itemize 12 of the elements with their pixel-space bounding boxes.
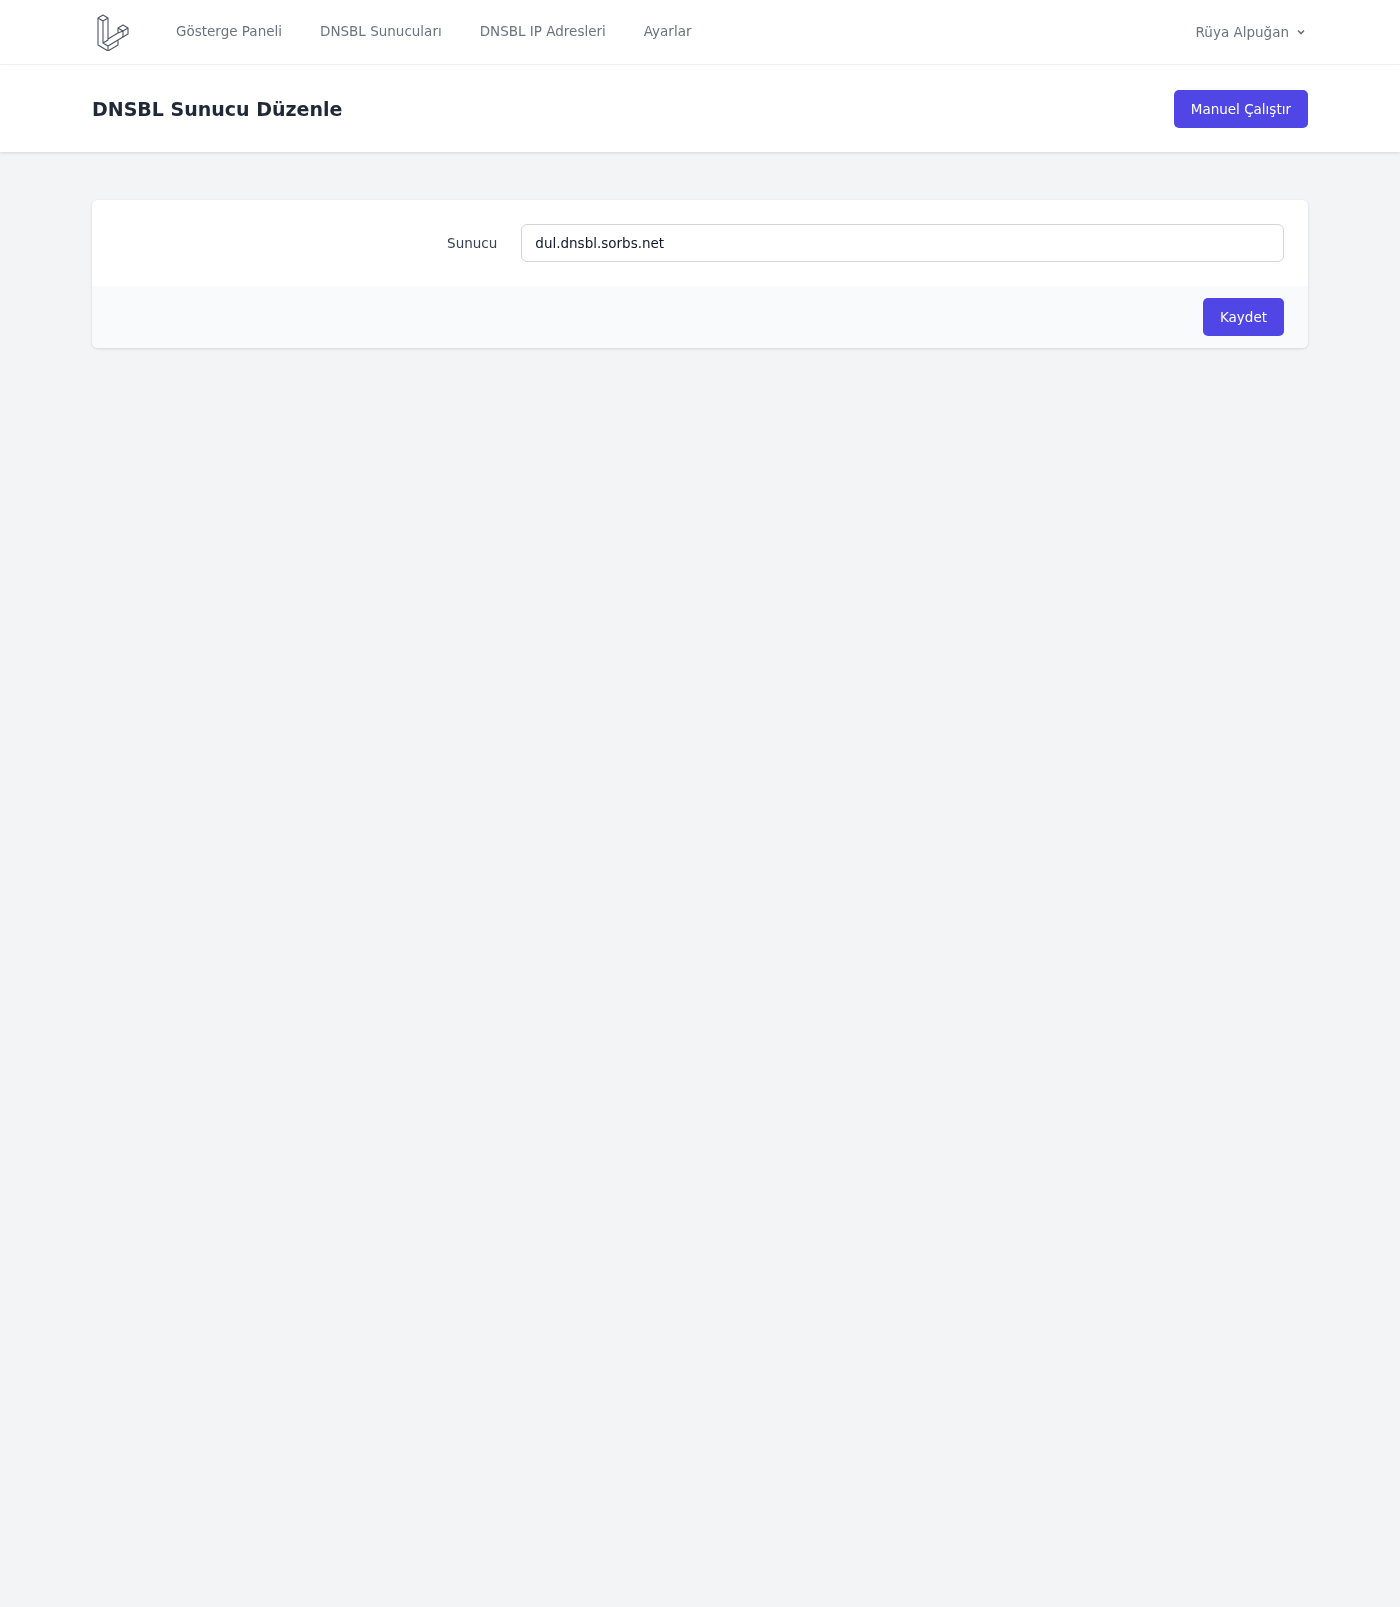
nav-link[interactable]: DNSBL Sunucuları — [320, 0, 442, 64]
chevron-down-icon — [1296, 27, 1306, 37]
logo-icon[interactable] — [96, 13, 132, 51]
run-button[interactable]: Manuel Çalıştır — [1173, 89, 1308, 128]
nav-link[interactable]: Gösterge Paneli — [176, 0, 282, 64]
field-label: Sunucu — [447, 235, 498, 251]
save-button[interactable]: Kaydet — [1202, 298, 1284, 336]
nav-link[interactable]: Ayarlar — [643, 0, 692, 64]
page-title: DNSBL Sunucu Düzenle — [92, 97, 343, 120]
nav-link[interactable]: DNSBL IP Adresleri — [479, 0, 606, 64]
user-menu[interactable]: Rüya Alpuğan — [1193, 24, 1308, 40]
input-field[interactable]: dul.dnsbl.sorbs.net — [521, 224, 1284, 262]
